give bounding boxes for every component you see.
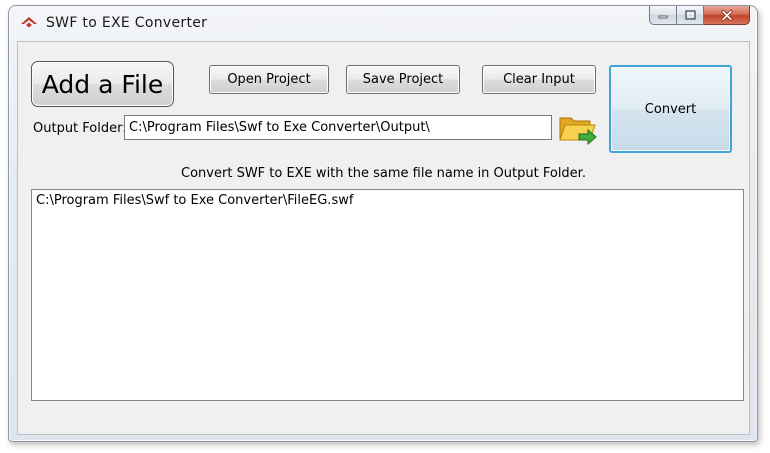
add-file-button[interactable]: Add a File: [31, 61, 174, 107]
open-project-button[interactable]: Open Project: [209, 65, 329, 94]
file-list[interactable]: C:\Program Files\Swf to Exe Converter\Fi…: [31, 189, 744, 401]
window-title: SWF to EXE Converter: [46, 15, 208, 31]
minimize-button[interactable]: [649, 6, 677, 25]
instruction-text: Convert SWF to EXE with the same file na…: [181, 166, 586, 181]
clear-input-button[interactable]: Clear Input: [482, 65, 596, 94]
minimize-icon: [658, 15, 668, 19]
app-window: SWF to EXE Converter Add a File Open Pro…: [8, 5, 758, 442]
convert-button[interactable]: Convert: [609, 65, 732, 153]
open-folder-arrow-icon: [559, 117, 597, 146]
maximize-button[interactable]: [677, 6, 704, 25]
close-button[interactable]: [704, 6, 750, 25]
close-icon: [721, 9, 732, 21]
title-bar[interactable]: SWF to EXE Converter: [9, 6, 757, 40]
maximize-icon: [684, 10, 696, 20]
output-folder-label: Output Folder:: [33, 121, 127, 136]
browse-folder-button[interactable]: [557, 110, 599, 148]
red-house-logo-icon: [21, 17, 37, 28]
list-item[interactable]: C:\Program Files\Swf to Exe Converter\Fi…: [32, 190, 743, 211]
client-area: Add a File Open Project Save Project Cle…: [17, 41, 750, 435]
output-folder-field[interactable]: C:\Program Files\Swf to Exe Converter\Ou…: [124, 115, 552, 140]
save-project-button[interactable]: Save Project: [346, 65, 460, 94]
caption-buttons: [649, 6, 750, 26]
